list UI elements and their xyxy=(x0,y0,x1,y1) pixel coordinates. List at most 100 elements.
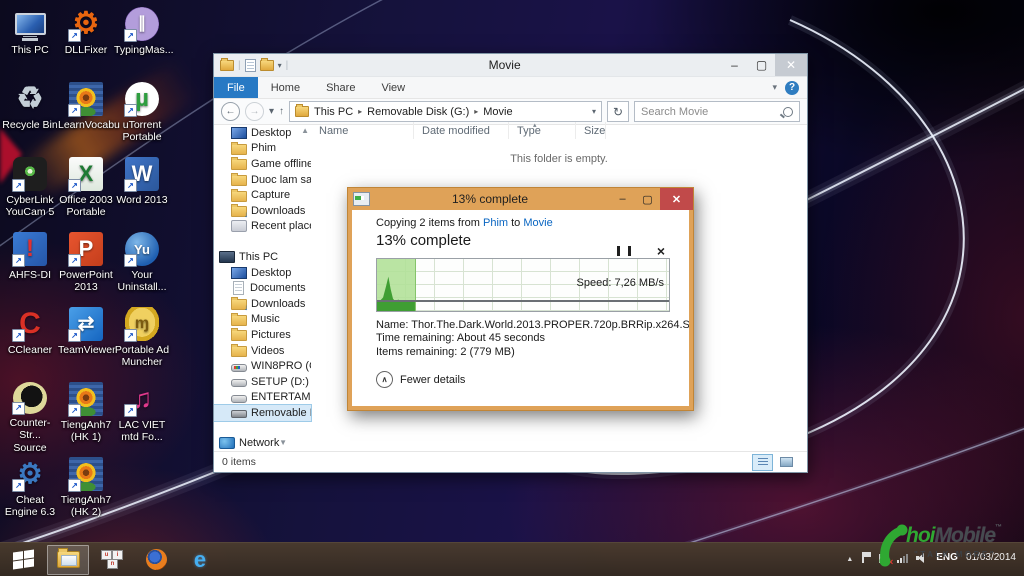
column-header-name[interactable]: Name xyxy=(311,122,414,139)
sidebar-item-network[interactable]: Network xyxy=(214,436,311,452)
sidebar-item-this-pc[interactable]: This PC xyxy=(214,249,311,265)
address-dropdown-caret-icon[interactable]: ▾ xyxy=(592,107,596,116)
desktop-icon-counter-strike-source[interactable]: Counter-Str... Source xyxy=(2,379,58,454)
qat-dropdown-caret-icon[interactable]: ▾ xyxy=(278,61,282,70)
sidebar-item-videos[interactable]: Videos xyxy=(214,343,311,359)
copy-source-link[interactable]: Phim xyxy=(483,217,508,229)
dialog-minimize-button[interactable]: – xyxy=(610,188,635,210)
sidebar-item-desktop[interactable]: Desktop xyxy=(214,125,311,141)
sidebar-item-setup-d-[interactable]: SETUP (D:) xyxy=(214,374,311,390)
desktop-icon-ahfs-di[interactable]: ! AHFS-DI xyxy=(2,229,58,304)
breadcrumb[interactable]: This PC▸Removable Disk (G:)▸Movie ▾ xyxy=(289,101,602,122)
back-icon[interactable]: ← xyxy=(221,102,240,121)
desktop-icon-lac-viet-mtd[interactable]: ♫ LAC VIET mtd Fo... xyxy=(114,379,170,454)
desktop-icon-office-2003-portable[interactable]: X Office 2003 Portable xyxy=(58,154,114,229)
sidebar-item-documents[interactable]: Documents xyxy=(214,280,311,296)
tab-view[interactable]: View xyxy=(368,77,418,98)
details-view-icon[interactable] xyxy=(752,454,773,471)
volume-icon[interactable] xyxy=(916,553,928,563)
tab-share[interactable]: Share xyxy=(313,77,368,98)
sidebar-item-capture[interactable]: Capture xyxy=(214,187,311,203)
device-error-icon[interactable] xyxy=(879,554,889,563)
sidebar-item-phim[interactable]: Phim xyxy=(214,141,311,157)
desktop-icon-tienganh7-hk2[interactable]: TiengAnh7 (HK 2) xyxy=(58,454,114,529)
language-indicator[interactable]: ENG xyxy=(936,552,958,563)
taskbar-firefox-button[interactable] xyxy=(135,545,177,575)
refresh-icon[interactable]: ↻ xyxy=(607,101,629,122)
app-icon xyxy=(69,382,103,416)
dialog-title: 13% complete xyxy=(370,192,610,206)
desktop-icon-tienganh7-hk1[interactable]: TiengAnh7 (HK 1) xyxy=(58,379,114,454)
sidebar-item-label: Capture xyxy=(251,189,290,201)
search-input[interactable]: Search Movie xyxy=(634,101,800,122)
app-icon: ! xyxy=(13,232,47,266)
desktop-icon-powerpoint-2013[interactable]: P PowerPoint 2013 xyxy=(58,229,114,304)
sidebar-item-recent-place[interactable]: Recent place xyxy=(214,219,311,235)
sidebar-item-removable-d[interactable]: Removable D xyxy=(214,405,311,421)
tab-home[interactable]: Home xyxy=(258,77,313,98)
desktop-icon-ccleaner[interactable]: C CCleaner xyxy=(2,304,58,379)
dialog-close-button[interactable]: ✕ xyxy=(660,188,693,210)
minimize-button[interactable]: – xyxy=(721,54,748,76)
maximize-button[interactable]: ▢ xyxy=(748,54,775,76)
desktop-icon-teamviewer[interactable]: ⇄ TeamViewer xyxy=(58,304,114,379)
dialog-maximize-button[interactable]: ▢ xyxy=(635,188,660,210)
hidden-icons-icon[interactable]: ▲ xyxy=(846,556,853,563)
desktop-icon-cyberlink-youcam-5[interactable]: CyberLink YouCam 5 xyxy=(2,154,58,229)
desktop-icon-dllfixer[interactable]: ⚙ DLLFixer xyxy=(58,4,114,79)
column-header-type[interactable]: Type xyxy=(509,122,576,139)
app-icon: ⇄ xyxy=(69,307,103,341)
pause-icon[interactable] xyxy=(617,246,631,256)
desktop-icon-this-pc[interactable]: This PC xyxy=(2,4,58,79)
thumbnail-view-icon[interactable] xyxy=(776,454,797,471)
breadcrumb-segment[interactable]: Movie xyxy=(483,106,512,118)
tab-file[interactable]: File xyxy=(214,77,258,98)
close-button[interactable]: ✕ xyxy=(775,54,807,76)
sidebar-item-desktop[interactable]: Desktop xyxy=(214,265,311,281)
recent-pages-caret-icon[interactable]: ▾ xyxy=(269,106,274,117)
sidebar-item-pictures[interactable]: Pictures xyxy=(214,327,311,343)
column-header-size[interactable]: Size xyxy=(576,122,606,139)
folder-icon[interactable] xyxy=(220,60,234,71)
start-button[interactable] xyxy=(0,543,46,576)
sidebar-item-win8pro-c[interactable]: WIN8PRO (C xyxy=(214,358,311,374)
desktop-icon-word-2013[interactable]: W Word 2013 xyxy=(114,154,170,229)
sidebar-item-label: Duoc lam sa xyxy=(251,174,311,186)
sidebar-scroll-down-icon[interactable]: ▼ xyxy=(279,438,287,447)
sidebar-item-music[interactable]: Music xyxy=(214,312,311,328)
desktop-icon-portable-ad-muncher[interactable]: ɱ Portable Ad Muncher xyxy=(114,304,170,379)
sidebar-item-entertame[interactable]: ENTERTAME xyxy=(214,390,311,406)
sidebar-item-downloads[interactable]: Downloads xyxy=(214,203,311,219)
taskbar-ie-button[interactable]: e xyxy=(179,545,221,575)
clock[interactable]: 01/03/2014 xyxy=(966,552,1016,563)
fewer-details-toggle[interactable]: Fewer details xyxy=(376,371,670,388)
desktop-icon-learnvocabu[interactable]: LearnVocabu xyxy=(58,79,114,154)
taskbar-unikey-button[interactable]: uin xyxy=(91,545,133,575)
breadcrumb-segment[interactable]: Removable Disk (G:) xyxy=(367,106,469,118)
desktop-icon-recycle-bin[interactable]: ♻ Recycle Bin xyxy=(2,79,58,154)
desktop-icon-your-uninstaller[interactable]: Yu Your Uninstall... xyxy=(114,229,170,304)
desktop-icon-typingmaster[interactable]: ∥ TypingMas... xyxy=(114,4,170,79)
dialog-titlebar[interactable]: 13% complete – ▢ ✕ xyxy=(348,188,693,210)
desktop-icon-label: DLLFixer xyxy=(65,44,108,56)
cancel-icon[interactable]: × xyxy=(657,244,665,258)
sidebar-item-duoc-lam-sa[interactable]: Duoc lam sa xyxy=(214,172,311,188)
ribbon-expand-icon[interactable]: ▾ xyxy=(772,82,777,93)
desktop-icon-utorrent-portable[interactable]: µ uTorrent Portable xyxy=(114,79,170,154)
action-center-flag-icon[interactable] xyxy=(861,552,871,563)
desktop-icon-cheat-engine[interactable]: ⚙ Cheat Engine 6.3 xyxy=(2,454,58,529)
forward-icon[interactable]: → xyxy=(245,102,264,121)
sidebar-item-downloads[interactable]: Downloads xyxy=(214,296,311,312)
taskbar-file-explorer-button[interactable] xyxy=(47,545,89,575)
edit-page-icon[interactable] xyxy=(245,59,256,72)
sidebar-scroll-up-icon[interactable]: ▲ xyxy=(301,126,309,135)
network-signal-icon[interactable] xyxy=(897,554,908,563)
column-header-date-modified[interactable]: Date modified xyxy=(414,122,509,139)
help-icon[interactable]: ? xyxy=(785,81,799,95)
copy-dest-link[interactable]: Movie xyxy=(523,217,552,229)
folder-icon[interactable] xyxy=(260,60,274,71)
up-icon[interactable]: ↑ xyxy=(279,106,284,117)
sidebar-item-game-offline[interactable]: Game offline xyxy=(214,156,311,172)
explorer-titlebar[interactable]: | ▾ | Movie – ▢ ✕ xyxy=(214,54,807,77)
breadcrumb-segment[interactable]: This PC xyxy=(314,106,353,118)
